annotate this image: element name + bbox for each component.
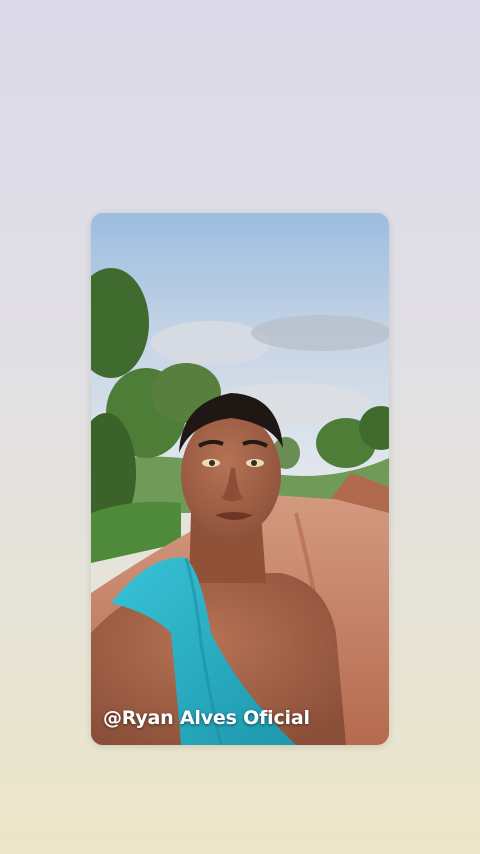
creator-handle-caption: @Ryan Alves Oficial <box>103 707 310 729</box>
selfie-photo <box>91 213 389 745</box>
story-card[interactable]: @Ryan Alves Oficial <box>91 213 389 745</box>
pupil <box>251 460 257 466</box>
cloud <box>151 321 271 365</box>
cloud <box>251 315 389 351</box>
pupil <box>209 460 215 466</box>
